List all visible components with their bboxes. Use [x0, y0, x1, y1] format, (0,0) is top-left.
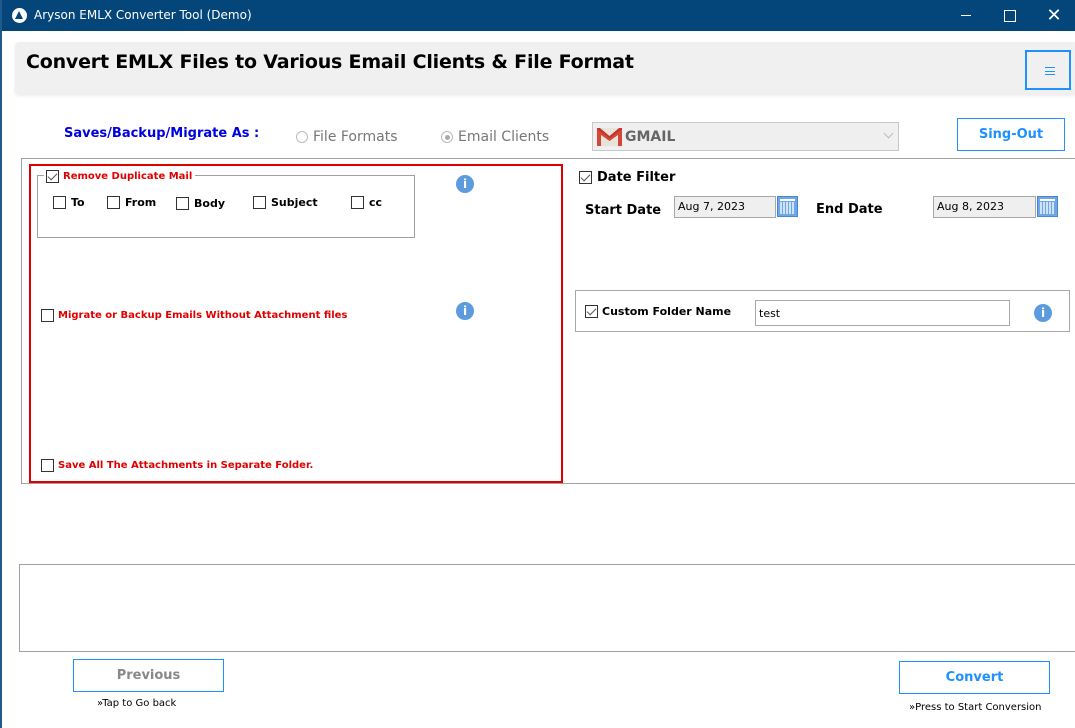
checkbox[interactable]	[176, 197, 189, 210]
custom-folder-panel: Custom Folder Name test i	[575, 290, 1070, 332]
checkbox[interactable]	[53, 196, 66, 209]
minimize-button[interactable]	[943, 0, 989, 31]
start-date-label: Start Date	[585, 203, 662, 218]
chevron-down-icon[interactable]	[883, 128, 894, 139]
app-logo-icon	[12, 8, 27, 23]
checkbox[interactable]	[585, 305, 598, 318]
select-value: GMAIL	[625, 129, 676, 145]
without-attachments-checkbox[interactable]: Migrate or Backup Emails Without Attachm…	[41, 309, 347, 322]
hamburger-icon	[1045, 67, 1055, 75]
email-client-select[interactable]: GMAIL	[592, 122, 899, 151]
radio-button[interactable]	[296, 131, 308, 143]
end-date-label: End Date	[816, 202, 883, 217]
checkbox-label: Body	[194, 197, 225, 210]
dup-field-body[interactable]: Body	[176, 197, 225, 210]
radio-label: Email Clients	[458, 129, 550, 145]
maximize-button[interactable]	[986, 0, 1032, 31]
convert-hint: »Press to Start Conversion	[909, 702, 1042, 713]
checkbox[interactable]	[579, 171, 592, 184]
checkbox[interactable]	[253, 196, 266, 209]
separate-attachments-label: Save All The Attachments in Separate Fol…	[58, 460, 314, 471]
custom-folder-checkbox[interactable]: Custom Folder Name	[585, 305, 731, 318]
window-title: Aryson EMLX Converter Tool (Demo)	[34, 8, 252, 22]
radio-email-clients[interactable]: Email Clients	[441, 129, 549, 145]
radio-button[interactable]	[441, 131, 453, 143]
convert-button[interactable]: Convert	[899, 661, 1050, 694]
close-button[interactable]: ✕	[1031, 0, 1075, 31]
date-filter-checkbox[interactable]: Date Filter	[579, 170, 675, 185]
checkbox-label: cc	[369, 196, 383, 209]
radio-label: File Formats	[313, 129, 398, 145]
custom-folder-input[interactable]: test	[755, 300, 1010, 326]
without-attachments-label: Migrate or Backup Emails Without Attachm…	[58, 310, 348, 321]
dup-field-subject[interactable]: Subject	[253, 196, 318, 209]
separate-attachments-checkbox[interactable]: Save All The Attachments in Separate Fol…	[41, 459, 313, 472]
checkbox-label: To	[71, 196, 85, 209]
menu-button[interactable]	[1025, 50, 1071, 90]
title-bar: Aryson EMLX Converter Tool (Demo) ✕	[2, 0, 1075, 31]
calendar-icon[interactable]	[1037, 196, 1058, 217]
remove-duplicate-checkbox[interactable]: Remove Duplicate Mail	[44, 170, 196, 183]
log-area	[19, 564, 1075, 652]
date-filter-label: Date Filter	[597, 170, 676, 185]
radio-file-formats[interactable]: File Formats	[296, 129, 398, 145]
app-window: Aryson EMLX Converter Tool (Demo) ✕ Conv…	[0, 0, 1075, 728]
end-date-input[interactable]: Aug 8, 2023	[933, 196, 1036, 218]
page-title: Convert EMLX Files to Various Email Clie…	[26, 51, 634, 73]
sign-out-button[interactable]: Sing-Out	[957, 118, 1065, 151]
checkbox[interactable]	[41, 309, 54, 322]
dup-field-from[interactable]: From	[107, 196, 156, 209]
gmail-icon	[597, 128, 622, 146]
checkbox[interactable]	[41, 459, 54, 472]
checkbox[interactable]	[46, 170, 59, 183]
dup-field-to[interactable]: To	[53, 196, 85, 209]
dup-field-cc[interactable]: cc	[351, 196, 382, 209]
checkbox-label: From	[125, 196, 157, 209]
info-icon[interactable]: i	[456, 175, 474, 193]
remove-duplicate-label: Remove Duplicate Mail	[63, 171, 193, 182]
save-as-label: Saves/Backup/Migrate As :	[64, 126, 260, 141]
start-date-input[interactable]: Aug 7, 2023	[674, 196, 776, 218]
info-icon[interactable]: i	[1034, 304, 1052, 322]
custom-folder-label: Custom Folder Name	[602, 305, 732, 318]
checkbox[interactable]	[351, 196, 364, 209]
checkbox-label: Subject	[271, 196, 318, 209]
previous-hint: »Tap to Go back	[97, 698, 177, 709]
checkbox[interactable]	[107, 196, 120, 209]
previous-button[interactable]: Previous	[73, 659, 224, 692]
info-icon[interactable]: i	[456, 302, 474, 320]
header-panel: Convert EMLX Files to Various Email Clie…	[15, 42, 1075, 94]
select-field: GMAIL	[594, 124, 880, 149]
calendar-icon[interactable]	[777, 196, 798, 217]
